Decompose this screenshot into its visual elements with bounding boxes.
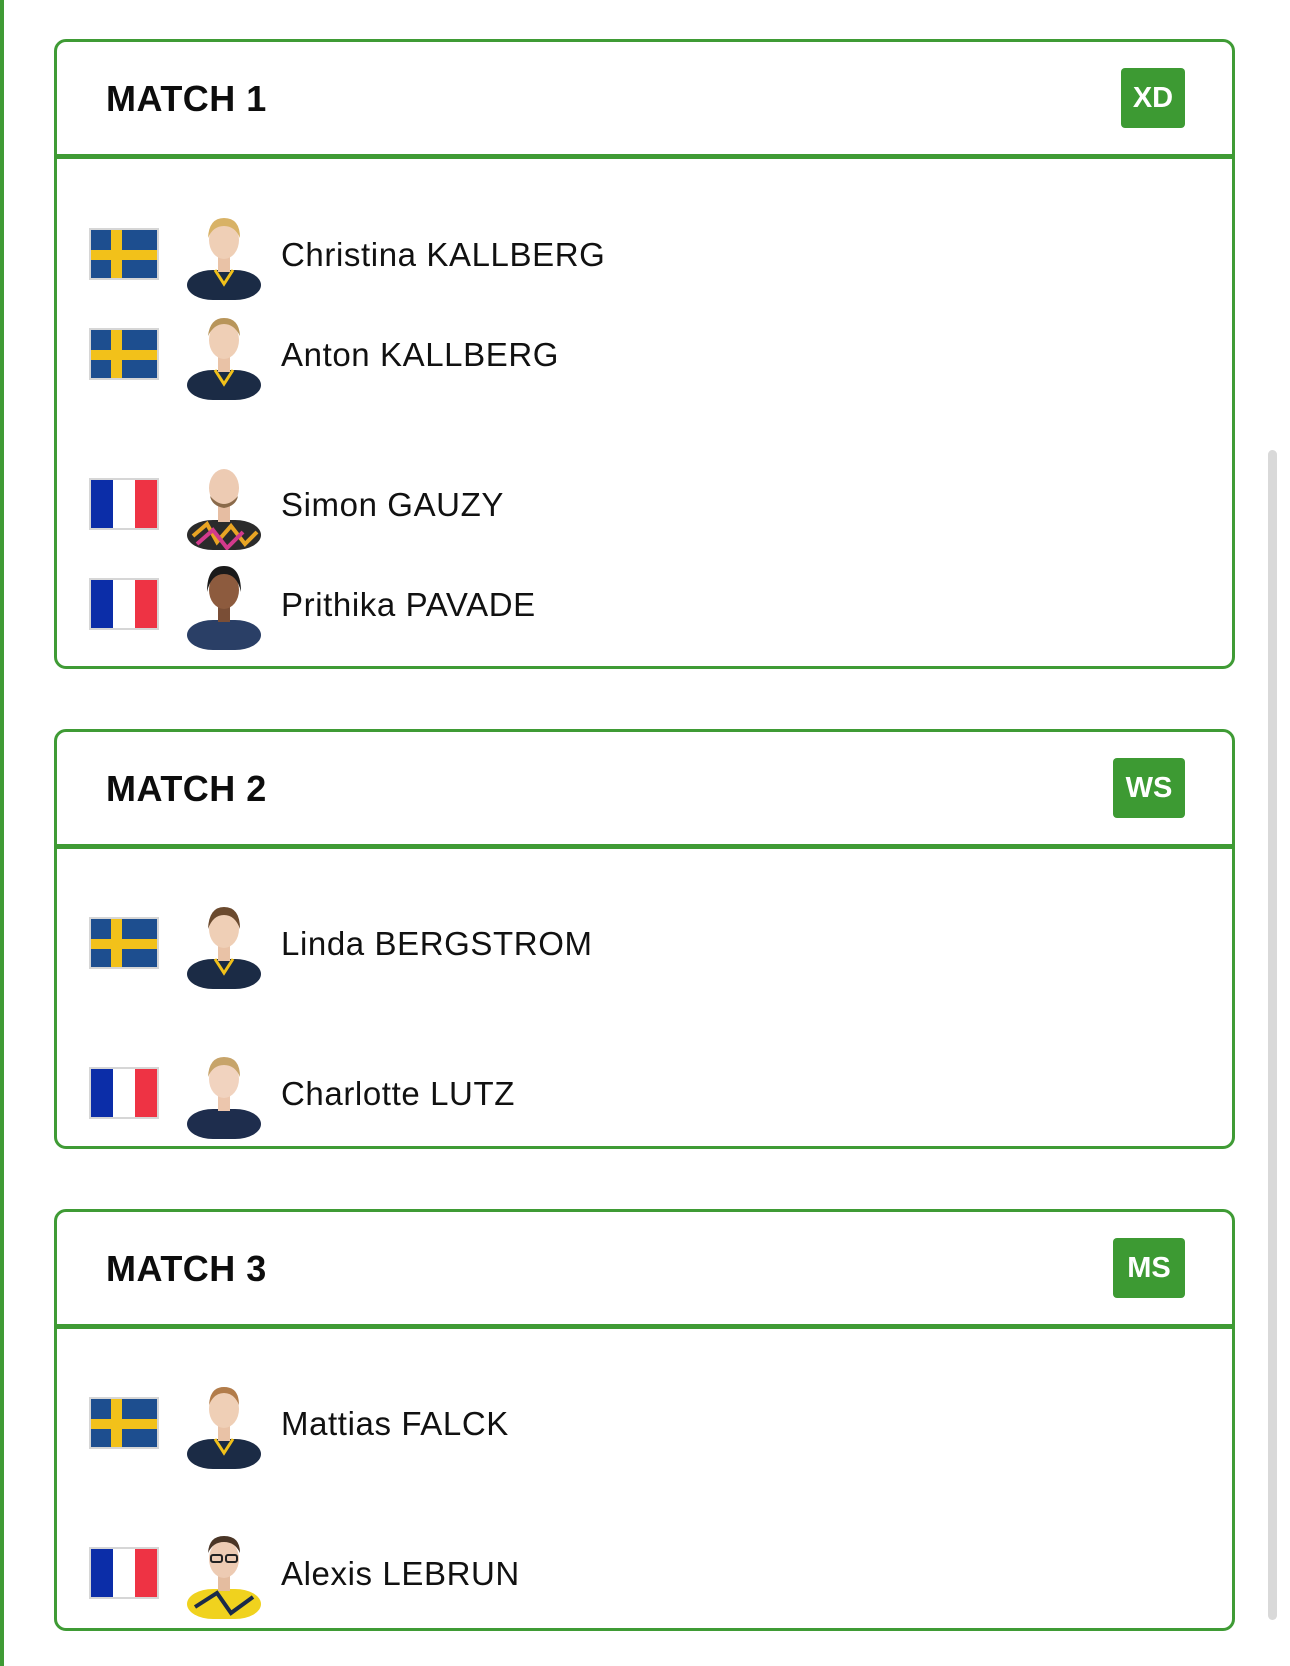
match-title: MATCH 1 [106,78,267,119]
match-header: MATCH 1 XD [57,42,1232,159]
player-avatar [187,566,261,650]
page-left-border [0,0,4,1666]
scrollbar-thumb[interactable] [1268,450,1277,1620]
player-name: Christina KALLBERG [281,236,606,273]
match-title: MATCH 2 [106,768,267,809]
player-name: Prithika PAVADE [281,586,536,623]
player-avatar [187,218,261,300]
sweden-flag-icon [89,328,159,380]
player-row[interactable]: Alexis LEBRUN [57,1527,1232,1619]
match-card-3: MATCH 3 MS Mattias FALCK Alexis LEBRUN [54,1209,1235,1631]
player-avatar [187,1387,261,1469]
player-avatar [187,1057,261,1139]
player-avatar [187,469,261,550]
france-flag-icon [89,1067,159,1119]
player-name: Charlotte LUTZ [281,1075,515,1112]
match-header: MATCH 2 WS [57,732,1232,849]
france-flag-icon [89,578,159,630]
player-name: Mattias FALCK [281,1405,509,1442]
france-flag-icon [89,478,159,530]
player-avatar [187,1536,261,1619]
event-badge-ws: WS [1113,758,1185,818]
event-badge-ms: MS [1113,1238,1185,1298]
sweden-flag-icon [89,228,159,280]
player-avatar [187,907,261,989]
player-avatar [187,318,261,400]
player-name: Simon GAUZY [281,486,504,523]
match-card-2: MATCH 2 WS Linda BERGSTROM Charlotte LUT… [54,729,1235,1149]
player-row[interactable]: Prithika PAVADE [57,558,1232,650]
player-row[interactable]: Linda BERGSTROM [57,897,1232,989]
match-header: MATCH 3 MS [57,1212,1232,1329]
player-row[interactable]: Mattias FALCK [57,1377,1232,1469]
player-row[interactable]: Charlotte LUTZ [57,1047,1232,1139]
match-title: MATCH 3 [106,1248,267,1289]
player-row[interactable]: Anton KALLBERG [57,308,1232,400]
sweden-flag-icon [89,917,159,969]
player-name: Linda BERGSTROM [281,925,593,962]
sweden-flag-icon [89,1397,159,1449]
match-card-1: MATCH 1 XD Christina KALLBERG Anton KALL… [54,39,1235,669]
player-row[interactable]: Simon GAUZY [57,458,1232,550]
france-flag-icon [89,1547,159,1599]
player-name: Alexis LEBRUN [281,1555,520,1592]
player-name: Anton KALLBERG [281,336,560,373]
event-badge-xd: XD [1121,68,1185,128]
player-row[interactable]: Christina KALLBERG [57,208,1232,300]
